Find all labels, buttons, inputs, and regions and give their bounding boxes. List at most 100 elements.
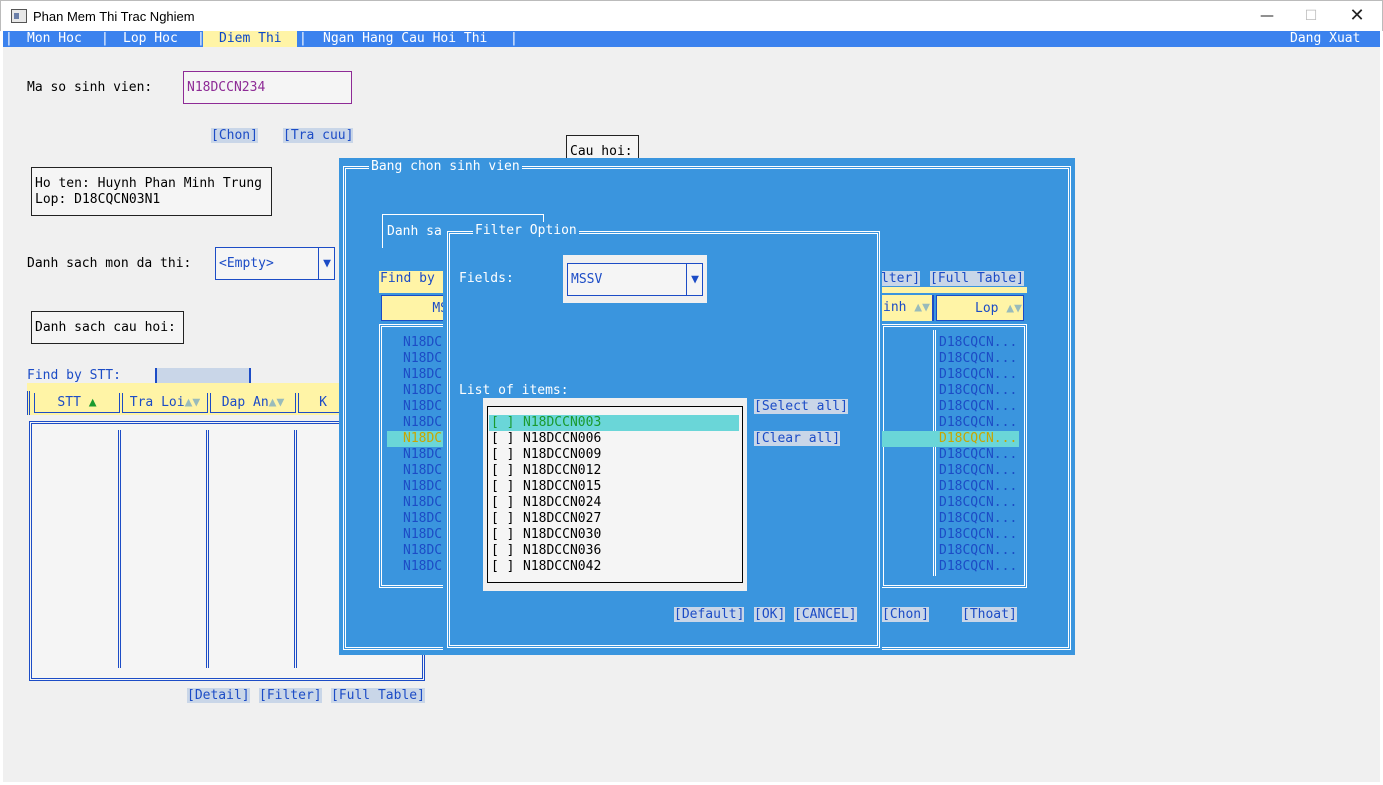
- mssv-row[interactable]: N18DC: [403, 447, 442, 463]
- col-lop-label: Lop: [975, 301, 999, 316]
- mssv-row[interactable]: N18DC: [403, 479, 442, 495]
- checkbox[interactable]: [ ]: [491, 447, 514, 462]
- chevron-down-icon[interactable]: ▼: [686, 264, 703, 295]
- col-stt[interactable]: STT ▲: [34, 393, 120, 413]
- mssv-row[interactable]: N18DC: [403, 463, 442, 479]
- col-sinh[interactable]: inh ▲▼: [881, 295, 934, 321]
- filter-item-row[interactable]: [ ] N18DCCN036: [489, 543, 739, 559]
- filter-item-value: N18DCCN009: [523, 447, 602, 462]
- mssv-row[interactable]: N18DC: [403, 367, 442, 383]
- find-stt-input[interactable]: [155, 368, 251, 383]
- menu-item-lop-hoc[interactable]: Lop Hoc: [123, 31, 178, 47]
- ok-button[interactable]: [OK]: [754, 607, 786, 622]
- lop-row[interactable]: D18CQCN...: [881, 335, 1019, 351]
- mssv-row[interactable]: N18DC: [403, 383, 442, 399]
- col-dap-an[interactable]: Dap An▲▼: [210, 393, 296, 413]
- lop-row[interactable]: D18CQCN...: [881, 431, 1019, 447]
- mssv-row[interactable]: N18DC: [387, 431, 443, 447]
- filter-item-value: N18DCCN036: [523, 543, 602, 558]
- col-tra-loi[interactable]: Tra Loi▲▼: [122, 393, 208, 413]
- lop-row[interactable]: D18CQCN...: [881, 559, 1019, 575]
- checkbox[interactable]: [ ]: [491, 559, 514, 574]
- menu-item-dang-xuat[interactable]: Dang Xuat: [1290, 31, 1360, 47]
- mssv-row[interactable]: N18DC: [403, 543, 442, 559]
- lop-row[interactable]: D18CQCN...: [881, 463, 1019, 479]
- dialog-chon-button[interactable]: [Chon]: [882, 607, 929, 622]
- mssv-label: Ma so sinh vien:: [27, 80, 153, 95]
- lop-row[interactable]: D18CQCN...: [881, 495, 1019, 511]
- lop-row[interactable]: D18CQCN...: [881, 479, 1019, 495]
- mssv-row[interactable]: N18DC: [403, 335, 442, 351]
- menu-item-mon-hoc[interactable]: Mon Hoc: [27, 31, 82, 47]
- lop-row[interactable]: D18CQCN...: [881, 383, 1019, 399]
- checkbox[interactable]: [ ]: [491, 495, 514, 510]
- filter-item-value: N18DCCN027: [523, 511, 602, 526]
- mssv-input[interactable]: N18DCCN234: [183, 71, 352, 104]
- dialog-full-table-button[interactable]: [Full Table]: [930, 271, 1024, 286]
- mssv-row[interactable]: N18DC: [403, 399, 442, 415]
- mssv-row[interactable]: N18DC: [403, 559, 442, 575]
- subjects-dropdown[interactable]: <Empty> ▼: [215, 247, 335, 280]
- filter-item-row[interactable]: [ ] N18DCCN012: [489, 463, 739, 479]
- lop-row[interactable]: D18CQCN...: [881, 527, 1019, 543]
- filter-item-row[interactable]: [ ] N18DCCN015: [489, 479, 739, 495]
- filter-item-row[interactable]: [ ] N18DCCN024: [489, 495, 739, 511]
- checkbox[interactable]: [ ]: [491, 479, 514, 494]
- checkbox[interactable]: [ ]: [491, 463, 514, 478]
- mssv-row[interactable]: N18DC: [403, 511, 442, 527]
- col-mssv[interactable]: MS: [381, 295, 449, 321]
- window-title: Phan Mem Thi Trac Nghiem: [33, 9, 195, 24]
- cancel-button[interactable]: [CANCEL]: [794, 607, 857, 622]
- filter-item-row[interactable]: [ ] N18DCCN009: [489, 447, 739, 463]
- clear-all-button[interactable]: [Clear all]: [754, 431, 841, 446]
- filter-item-row[interactable]: [ ] N18DCCN030: [489, 527, 739, 543]
- subjects-label: Danh sach mon da thi:: [27, 256, 192, 271]
- col-sinh-label: inh: [883, 300, 907, 315]
- close-icon[interactable]: ✕: [1334, 1, 1380, 32]
- lop-row[interactable]: D18CQCN...: [881, 511, 1019, 527]
- mssv-row[interactable]: N18DC: [403, 527, 442, 543]
- lop-row[interactable]: D18CQCN...: [881, 399, 1019, 415]
- menu-item-ngan-hang-cau-hoi-thi[interactable]: Ngan Hang Cau Hoi Thi: [323, 31, 487, 47]
- lop-row[interactable]: D18CQCN...: [881, 351, 1019, 367]
- mssv-row[interactable]: N18DC: [403, 415, 442, 431]
- menu-item-diem-thi[interactable]: Diem Thi: [203, 31, 297, 47]
- checkbox[interactable]: [ ]: [491, 431, 514, 446]
- menu-bar: | Mon Hoc | Lop Hoc | Diem Thi | Ngan Ha…: [3, 31, 1380, 47]
- lop-row[interactable]: D18CQCN...: [881, 447, 1019, 463]
- minimize-icon[interactable]: —: [1244, 1, 1290, 32]
- filter-item-row[interactable]: [ ] N18DCCN006: [489, 431, 739, 447]
- maximize-icon[interactable]: ☐: [1288, 1, 1334, 32]
- checkbox[interactable]: [ ]: [491, 511, 514, 526]
- mssv-row[interactable]: N18DC: [403, 351, 442, 367]
- checkbox[interactable]: [ ]: [491, 543, 514, 558]
- filter-item-row[interactable]: [ ] N18DCCN027: [489, 511, 739, 527]
- detail-button[interactable]: [Detail]: [187, 688, 250, 703]
- col-lop[interactable]: Lop ▲▼: [936, 295, 1024, 321]
- filter-item-row[interactable]: [ ] N18DCCN042: [489, 559, 739, 575]
- filter-partial-button[interactable]: lter]: [881, 271, 921, 286]
- column-divider: [206, 430, 209, 668]
- default-button[interactable]: [Default]: [674, 607, 745, 622]
- filter-item-value: N18DCCN030: [523, 527, 602, 542]
- filter-button[interactable]: [Filter]: [259, 688, 322, 703]
- student-class: Lop: D18CQCN03N1: [35, 192, 161, 207]
- lop-row[interactable]: D18CQCN...: [881, 367, 1019, 383]
- filter-item-value: N18DCCN024: [523, 495, 602, 510]
- checkbox[interactable]: [ ]: [491, 527, 514, 542]
- chevron-down-icon[interactable]: ▼: [318, 248, 335, 279]
- mssv-row[interactable]: N18DC: [403, 495, 442, 511]
- chon-button[interactable]: [Chon]: [211, 128, 258, 143]
- checkbox[interactable]: [ ]: [491, 415, 514, 430]
- dialog-thoat-button[interactable]: [Thoat]: [962, 607, 1017, 622]
- select-all-button[interactable]: [Select all]: [754, 399, 848, 414]
- lop-row[interactable]: D18CQCN...: [881, 543, 1019, 559]
- fields-dropdown[interactable]: MSSV ▼: [567, 263, 703, 296]
- col-stt-label: STT: [57, 395, 81, 410]
- full-table-button[interactable]: [Full Table]: [331, 688, 425, 703]
- tra-cuu-button[interactable]: [Tra cuu]: [283, 128, 354, 143]
- dialog-title: Bang chon sinh vien: [369, 159, 522, 174]
- filter-item-row[interactable]: [ ] N18DCCN003: [489, 415, 739, 431]
- find-by-label: Find by: [379, 271, 448, 287]
- lop-row[interactable]: D18CQCN...: [881, 415, 1019, 431]
